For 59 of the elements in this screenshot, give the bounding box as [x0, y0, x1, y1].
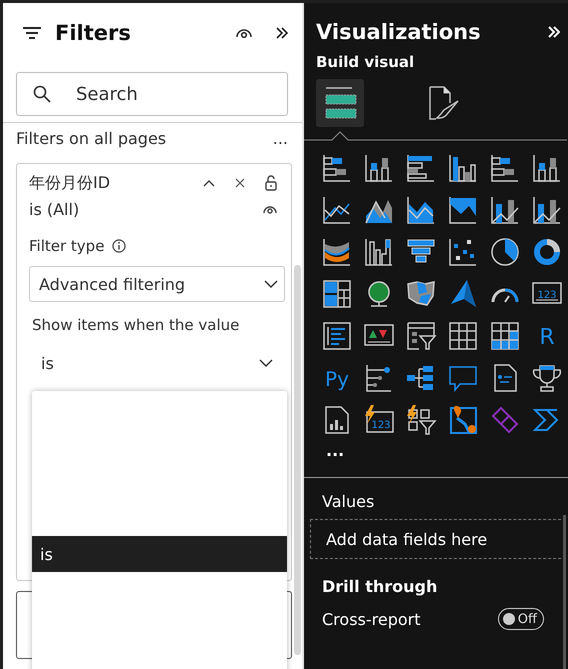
pie-chart-icon[interactable]	[489, 236, 521, 268]
table-icon[interactable]	[447, 320, 479, 352]
expand-icon[interactable]	[548, 26, 560, 38]
condition-dropdown[interactable]: is	[29, 348, 273, 378]
search-field[interactable]: Search	[16, 72, 288, 116]
diamond-icon[interactable]	[489, 404, 521, 436]
scrollbar[interactable]	[294, 265, 301, 655]
line-column-chart-icon[interactable]	[531, 194, 563, 226]
filter-type-label: Filter type	[29, 237, 104, 255]
map-pin-icon[interactable]	[447, 404, 479, 436]
eye-icon[interactable]	[236, 28, 252, 38]
lightning-slicer-icon[interactable]	[405, 404, 437, 436]
script-visual-icon[interactable]: R	[531, 320, 563, 352]
lock-icon[interactable]	[265, 175, 277, 191]
line-column-chart-icon[interactable]	[489, 194, 521, 226]
column-chart-icon[interactable]	[447, 152, 479, 184]
more-options-button[interactable]: ...	[272, 128, 288, 148]
slicer-icon[interactable]	[405, 320, 437, 352]
waterfall-chart-icon[interactable]	[363, 236, 395, 268]
ribbon-chart-icon[interactable]	[321, 236, 353, 268]
section-title: Filters on all pages	[16, 128, 166, 148]
area-chart-icon[interactable]	[447, 194, 479, 226]
more-visuals-button[interactable]: ...	[304, 441, 568, 471]
close-icon[interactable]	[235, 178, 245, 188]
toggle-label: Cross-report	[322, 610, 420, 628]
info-icon	[112, 239, 126, 253]
values-label: Values	[321, 491, 376, 511]
condition-label: Show items when the value	[32, 316, 240, 334]
chevron-down-icon	[259, 359, 273, 367]
visual-tab[interactable]	[316, 79, 364, 127]
scatter-chart-icon[interactable]	[447, 236, 479, 268]
bar-chart-icon[interactable]	[489, 152, 521, 184]
filter-icon[interactable]	[23, 26, 41, 40]
column-chart-icon[interactable]	[531, 152, 563, 184]
pane-title: Visualizations	[316, 20, 481, 44]
area-chart-icon[interactable]	[405, 194, 437, 226]
toggle-switch[interactable]: Off	[498, 608, 544, 630]
donut-chart-icon[interactable]	[531, 236, 563, 268]
collapse-caret-icon[interactable]	[203, 179, 215, 187]
dropdown-option[interactable]: is	[32, 536, 287, 572]
bar-chart-icon[interactable]	[405, 152, 437, 184]
collapse-icon[interactable]	[276, 27, 288, 39]
section-title: Drill through	[321, 576, 438, 596]
filter-summary: is (All)	[29, 200, 80, 218]
list-card-icon[interactable]	[321, 320, 353, 352]
chevron-down-icon	[264, 280, 278, 288]
eye-icon[interactable]	[263, 204, 277, 214]
script-visual-icon[interactable]: Py	[321, 362, 353, 394]
treemap-icon[interactable]	[321, 278, 353, 310]
filter-type-dropdown[interactable]: Advanced filtering	[29, 266, 285, 302]
search-icon	[33, 85, 51, 103]
matrix-icon[interactable]	[489, 320, 521, 352]
pane-title: Filters	[55, 21, 132, 45]
bar-chart-icon[interactable]	[321, 152, 353, 184]
section-subtitle: Build visual	[315, 53, 416, 71]
scrollbar[interactable]	[563, 515, 566, 669]
column-chart-icon[interactable]	[363, 152, 395, 184]
field-name: 年份月份ID	[29, 172, 112, 194]
line-chart-icon[interactable]	[321, 194, 353, 226]
